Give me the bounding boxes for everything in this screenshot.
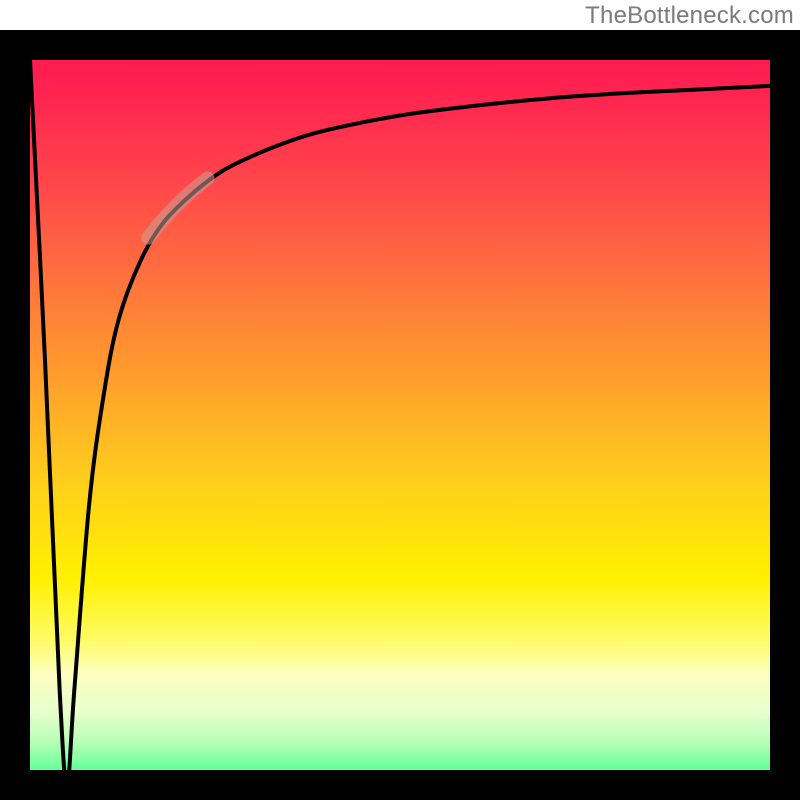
frame-border-left (0, 30, 30, 800)
curve-highlight-segment (148, 178, 207, 237)
frame-border-right (770, 30, 800, 800)
frame-border-top (0, 30, 800, 60)
bottleneck-curve-path (30, 60, 770, 785)
chart-container: TheBottleneck.com (0, 0, 800, 800)
chart-frame (0, 30, 800, 800)
watermark-text: TheBottleneck.com (585, 2, 794, 30)
curve-svg (30, 60, 770, 800)
